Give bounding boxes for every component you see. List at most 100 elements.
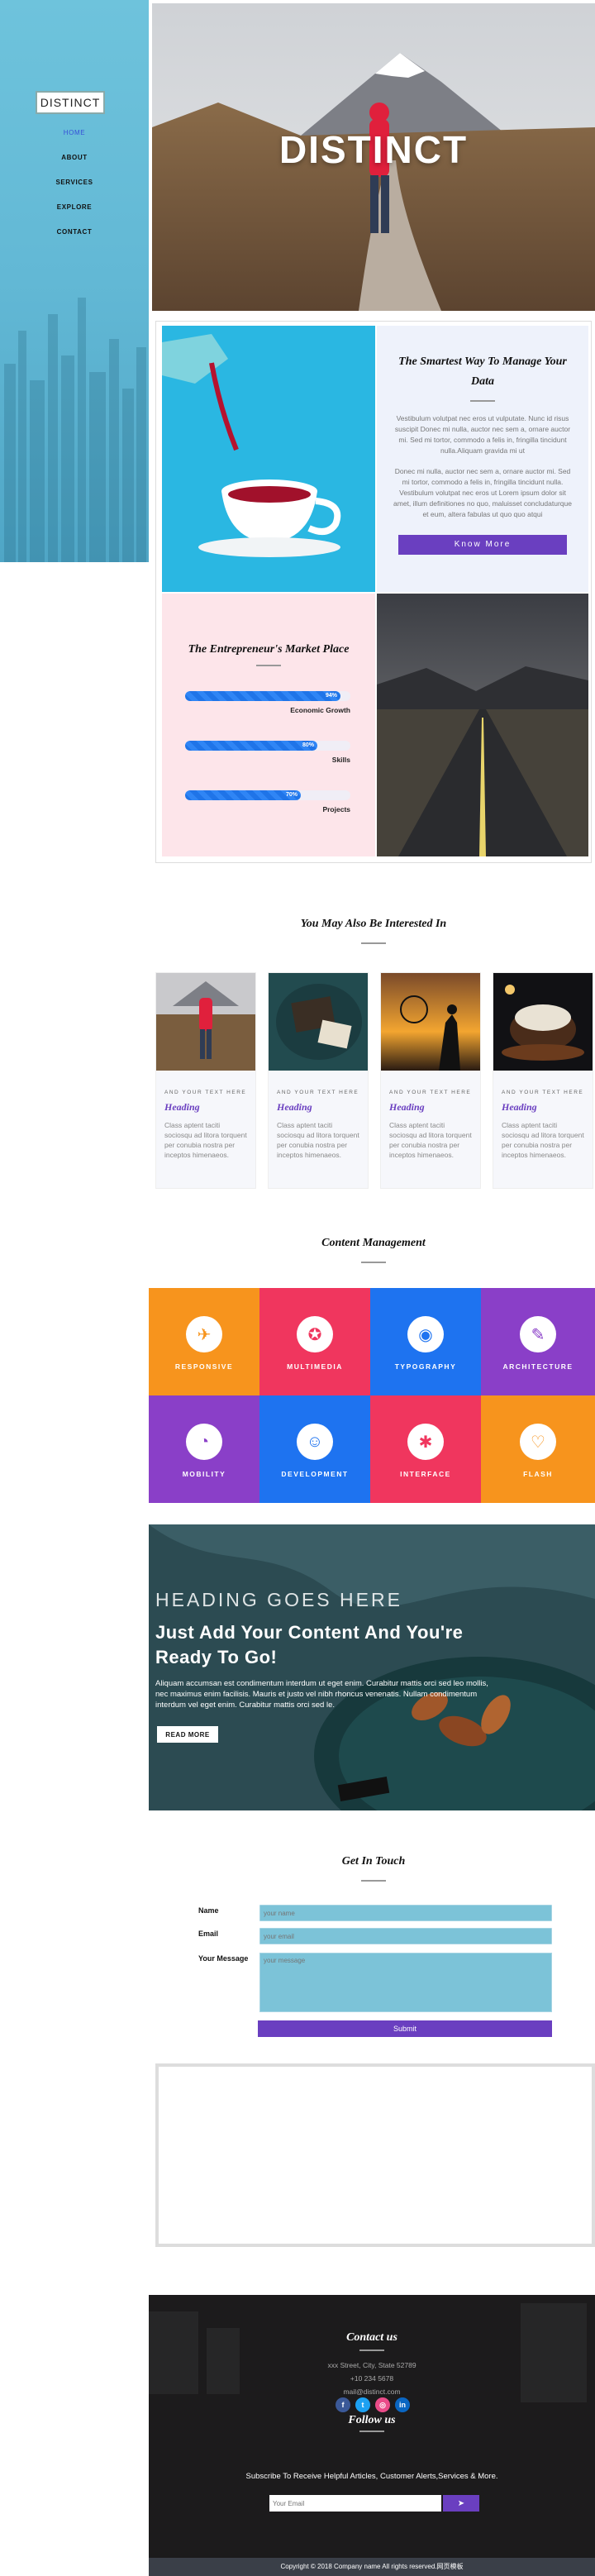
feature-tile-label: ARCHITECTURE [502,1362,574,1371]
follow-title: Follow us [348,2414,396,2426]
city-background [4,298,146,562]
teapot-cup-image [162,326,375,592]
code-icon: ☺ [297,1424,333,1460]
dribbble-icon[interactable]: ◎ [375,2397,390,2412]
footer-phone: +10 234 5678 [350,2374,394,2383]
feature-tile-label: MULTIMEDIA [287,1362,343,1371]
subscribe-text: Subscribe To Receive Helpful Articles, C… [245,2472,498,2481]
feature-tile-flash[interactable]: ♡ FLASH [481,1395,595,1503]
card-tag: AND YOUR TEXT HERE [389,1090,472,1095]
globe-icon: ◉ [407,1316,444,1352]
page: DISTINCT HOME ABOUT SERVICES EXPLORE CON… [0,0,595,2576]
skill-label: Projects [322,805,350,813]
main-nav: HOME ABOUT SERVICES EXPLORE CONTACT [0,124,149,248]
card-tag: AND YOUR TEXT HERE [164,1090,247,1095]
manage-data-panel: The Smartest Way To Manage Your Data Ves… [377,326,588,592]
submit-button[interactable]: Submit [258,2020,552,2037]
feature-tile-label: INTERFACE [400,1470,451,1478]
nav-explore[interactable]: EXPLORE [0,198,149,223]
know-more-button[interactable]: Know More [398,535,567,555]
teapot-image [162,326,375,592]
card-tag: AND YOUR TEXT HERE [502,1090,584,1095]
send-icon: ➤ [457,2498,465,2508]
footer-address: xxx Street, City, State 52789 [327,2361,416,2369]
feature-tile-label: RESPONSIVE [174,1362,234,1371]
name-field[interactable] [259,1905,552,1921]
linkedin-icon[interactable]: in [395,2397,410,2412]
feature-tile-label: DEVELOPMENT [281,1470,349,1478]
magic-icon: ✎ [520,1316,556,1352]
divider [359,2349,384,2351]
feature-tile-multimedia[interactable]: ✪ MULTIMEDIA [259,1288,370,1395]
skill-label: Economic Growth [290,706,350,714]
sidebar: DISTINCT HOME ABOUT SERVICES EXPLORE CON… [0,0,149,562]
market-place-panel: The Entrepreneur's Market Place 94% Econ… [162,594,375,856]
subscribe-email-field[interactable] [269,2495,441,2512]
footer-email[interactable]: mail@distinct.com [149,2388,595,2396]
divider [256,665,281,666]
manage-text-1: Vestibulum volutpat nec eros ut vulputat… [394,414,571,455]
banner-subheading: HEADING GOES HERE [155,1589,402,1610]
feature-tile-label: MOBILITY [182,1470,226,1478]
card-4[interactable]: AND YOUR TEXT HERE Heading Class aptent … [493,972,593,1189]
email-field[interactable] [259,1928,552,1944]
message-label: Your Message [198,1954,249,1963]
skill-percent: 70% [285,792,298,798]
skill-fill: 80% [185,741,317,751]
lightbulb-icon: ✱ [407,1424,444,1460]
message-field[interactable] [259,1953,552,2012]
email-label: Email [198,1930,219,1938]
skill-track: 94% [185,691,350,701]
twitter-icon[interactable]: t [355,2397,370,2412]
card-image [381,973,480,1071]
card-text: Class aptent taciti sociosqu ad litora t… [164,1121,247,1159]
road-image [377,594,588,856]
feature-tile-typography[interactable]: ◉ TYPOGRAPHY [370,1288,481,1395]
feature-tile-label: TYPOGRAPHY [394,1362,457,1371]
card-text: Class aptent taciti sociosqu ad litora t… [389,1121,472,1159]
logo[interactable]: DISTINCT [36,91,105,114]
map-frame[interactable] [155,2063,595,2247]
nav-contact[interactable]: CONTACT [0,223,149,248]
feature-tile-architecture[interactable]: ✎ ARCHITECTURE [481,1288,595,1395]
copyright: Copyright © 2018 Company name All rights… [149,2558,595,2576]
feature-tile-interface[interactable]: ✱ INTERFACE [370,1395,481,1503]
feature-tile-responsive[interactable]: ✈ RESPONSIVE [149,1288,259,1395]
nav-about[interactable]: ABOUT [0,149,149,174]
card-3[interactable]: AND YOUR TEXT HERE Heading Class aptent … [380,972,481,1189]
card-text: Class aptent taciti sociosqu ad litora t… [502,1121,584,1159]
card-heading: Heading [389,1101,425,1113]
skill-fill: 94% [185,691,340,701]
banner-heading: Just Add Your Content And You're Ready T… [155,1622,464,1667]
divider [470,400,495,402]
feature-tile-mobility[interactable]: ◔ MOBILITY [149,1395,259,1503]
market-title: The Entrepreneur's Market Place [188,643,350,656]
card-tag: AND YOUR TEXT HERE [277,1090,359,1095]
nav-services[interactable]: SERVICES [0,174,149,198]
nav-home[interactable]: HOME [0,124,149,149]
skill-track: 80% [185,741,350,751]
content-title: Content Management [321,1237,426,1249]
read-more-button[interactable]: READ MORE [157,1726,218,1743]
skill-economic-growth: 94% Economic Growth [185,691,350,714]
rocket-icon: ✈ [186,1316,222,1352]
road-photo [377,594,588,856]
footer: Contact us xxx Street, City, State 52789… [149,2295,595,2576]
skill-projects: 70% Projects [185,790,350,813]
hero-banner: DISTINCT [152,3,595,311]
card-heading: Heading [277,1101,312,1113]
feature-tile-label: FLASH [523,1470,553,1478]
card-heading: Heading [502,1101,537,1113]
skill-track: 70% [185,790,350,800]
subscribe-button[interactable]: ➤ [443,2495,479,2512]
facebook-icon[interactable]: f [336,2397,350,2412]
card-1[interactable]: AND YOUR TEXT HERE Heading Class aptent … [155,972,256,1189]
banner-text: Aliquam accumsan est condimentum interdu… [155,1679,488,1710]
heart-icon: ♡ [520,1424,556,1460]
card-2[interactable]: AND YOUR TEXT HERE Heading Class aptent … [268,972,369,1189]
card-image [493,973,593,1071]
divider [361,1880,386,1882]
feature-tile-development[interactable]: ☺ DEVELOPMENT [259,1395,370,1503]
manage-text-2: Donec mi nulla, auctor nec sem a, ornare… [393,467,572,518]
hero-title: DISTINCT [278,128,469,171]
